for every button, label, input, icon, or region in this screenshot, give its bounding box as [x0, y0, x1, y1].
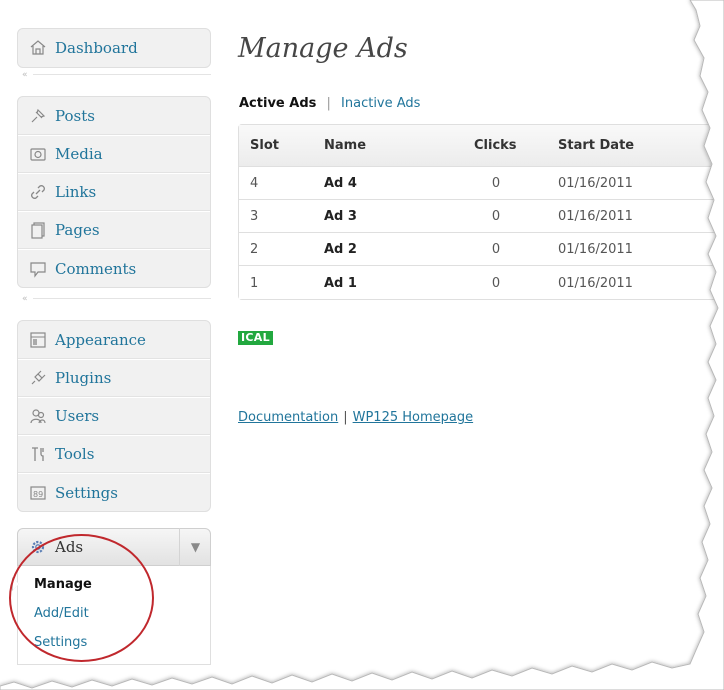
- users-icon: [28, 406, 48, 426]
- filter-active-ads[interactable]: Active Ads: [239, 96, 316, 111]
- column-header-clicks: Clicks: [440, 125, 552, 167]
- cell-start-date: 01/16/2011: [552, 233, 724, 266]
- link-icon: [28, 182, 48, 202]
- cell-clicks: 0: [440, 200, 552, 233]
- plugin-icon: [28, 368, 48, 388]
- menu-item-ads-label: Ads: [55, 538, 84, 556]
- ical-badge[interactable]: ICAL: [238, 331, 273, 345]
- menu-item-appearance-label: Appearance: [55, 330, 146, 349]
- menu-item-plugins[interactable]: Plugins: [18, 359, 210, 397]
- menu-item-posts-label: Posts: [55, 106, 95, 125]
- menu-item-appearance[interactable]: Appearance: [18, 321, 210, 359]
- ads-status-filter: Active Ads | Inactive Ads: [239, 96, 420, 111]
- cell-slot: 1: [239, 266, 324, 299]
- menu-item-posts[interactable]: Posts: [18, 97, 210, 135]
- menu-group-dashboard: Dashboard: [17, 28, 211, 68]
- menu-group-content: Posts Media Links Pages Comments: [17, 96, 211, 288]
- tools-icon: [28, 444, 48, 464]
- cell-clicks-value: 0: [491, 209, 501, 224]
- cell-ad-name[interactable]: Ad 1: [324, 266, 440, 299]
- appearance-icon: [28, 330, 48, 350]
- menu-item-users[interactable]: Users: [18, 397, 210, 435]
- cell-clicks: 0: [440, 266, 552, 299]
- menu-item-settings[interactable]: 89 Settings: [18, 473, 210, 511]
- table-header-row: Slot Name Clicks Start Date: [239, 125, 724, 167]
- comment-icon: [28, 259, 48, 279]
- column-header-start-date: Start Date: [552, 125, 724, 167]
- table-row[interactable]: 3 Ad 3 0 01/16/2011: [239, 200, 724, 233]
- filter-separator: |: [326, 96, 331, 111]
- ads-table: Slot Name Clicks Start Date 4 Ad 4 0 01/…: [238, 124, 724, 300]
- cell-clicks: 0: [440, 167, 552, 200]
- menu-item-media-label: Media: [55, 145, 103, 163]
- menu-item-plugins-label: Plugins: [55, 369, 112, 387]
- cell-start-date: 01/16/2011: [552, 266, 724, 299]
- submenu-item-settings-label: Settings: [34, 635, 88, 650]
- menu-toggle-icon[interactable]: ▼: [179, 528, 211, 566]
- cell-slot: 3: [239, 200, 324, 233]
- media-icon: [28, 144, 48, 164]
- cell-start-date: 01/16/2011: [552, 167, 724, 200]
- menu-item-ads[interactable]: Ads ▼: [17, 528, 211, 566]
- menu-item-settings-label: Settings: [55, 483, 118, 502]
- menu-item-pages-label: Pages: [55, 221, 100, 239]
- cell-ad-name[interactable]: Ad 3: [324, 200, 440, 233]
- menu-item-pages[interactable]: Pages: [18, 211, 210, 249]
- ads-menu: Ads ▼ Manage Add/Edit Settings: [12, 528, 211, 665]
- footer-separator: |: [343, 410, 348, 425]
- menu-item-dashboard[interactable]: Dashboard: [18, 29, 210, 67]
- column-header-slot: Slot: [239, 125, 324, 167]
- filter-inactive-ads[interactable]: Inactive Ads: [341, 96, 420, 111]
- cell-clicks: 0: [440, 233, 552, 266]
- menu-item-comments[interactable]: Comments: [18, 249, 210, 287]
- cell-slot: 2: [239, 233, 324, 266]
- submenu-item-manage-label: Manage: [34, 577, 92, 592]
- cell-clicks-value: 0: [491, 275, 501, 291]
- cell-clicks-value: 0: [491, 176, 501, 191]
- cell-ad-name[interactable]: Ad 4: [324, 167, 440, 200]
- wp-admin-screen: Dashboard « Posts Media Links Pages Comm…: [0, 0, 724, 690]
- svg-text:89: 89: [33, 490, 43, 499]
- footer-links: Documentation | WP125 Homepage: [238, 410, 473, 425]
- ads-submenu: Manage Add/Edit Settings: [12, 566, 211, 665]
- wp125-homepage-link[interactable]: WP125 Homepage: [353, 410, 474, 425]
- gear-icon: [28, 537, 48, 557]
- documentation-link[interactable]: Documentation: [238, 410, 338, 425]
- table-row[interactable]: 1 Ad 1 0 01/16/2011: [239, 266, 724, 299]
- page-title: Manage Ads: [238, 33, 408, 64]
- cell-ad-name[interactable]: Ad 2: [324, 233, 440, 266]
- dashboard-icon: [28, 38, 48, 58]
- menu-item-dashboard-label: Dashboard: [55, 39, 138, 57]
- menu-item-tools[interactable]: Tools: [18, 435, 210, 473]
- menu-separator: «: [17, 294, 211, 304]
- table-row[interactable]: 2 Ad 2 0 01/16/2011: [239, 233, 724, 266]
- cell-start-date: 01/16/2011: [552, 200, 724, 233]
- menu-item-tools-label: Tools: [55, 445, 95, 463]
- table-row[interactable]: 4 Ad 4 0 01/16/2011: [239, 167, 724, 200]
- menu-item-links-label: Links: [55, 183, 97, 201]
- menu-item-links[interactable]: Links: [18, 173, 210, 211]
- menu-separator: «: [17, 70, 211, 80]
- settings-icon: 89: [28, 483, 48, 503]
- submenu-item-manage[interactable]: Manage: [12, 570, 210, 599]
- submenu-item-add-edit-label: Add/Edit: [34, 606, 89, 621]
- menu-item-media[interactable]: Media: [18, 135, 210, 173]
- menu-item-users-label: Users: [55, 407, 100, 425]
- menu-item-comments-label: Comments: [55, 259, 137, 278]
- menu-group-admin: Appearance Plugins Users Tools 89 Settin…: [17, 320, 211, 512]
- pin-icon: [28, 106, 48, 126]
- cell-slot: 4: [239, 167, 324, 200]
- pages-icon: [28, 220, 48, 240]
- cell-clicks-value: 0: [491, 242, 501, 257]
- submenu-item-settings[interactable]: Settings: [18, 628, 210, 657]
- column-header-name: Name: [324, 125, 440, 167]
- submenu-item-add-edit[interactable]: Add/Edit: [18, 599, 210, 628]
